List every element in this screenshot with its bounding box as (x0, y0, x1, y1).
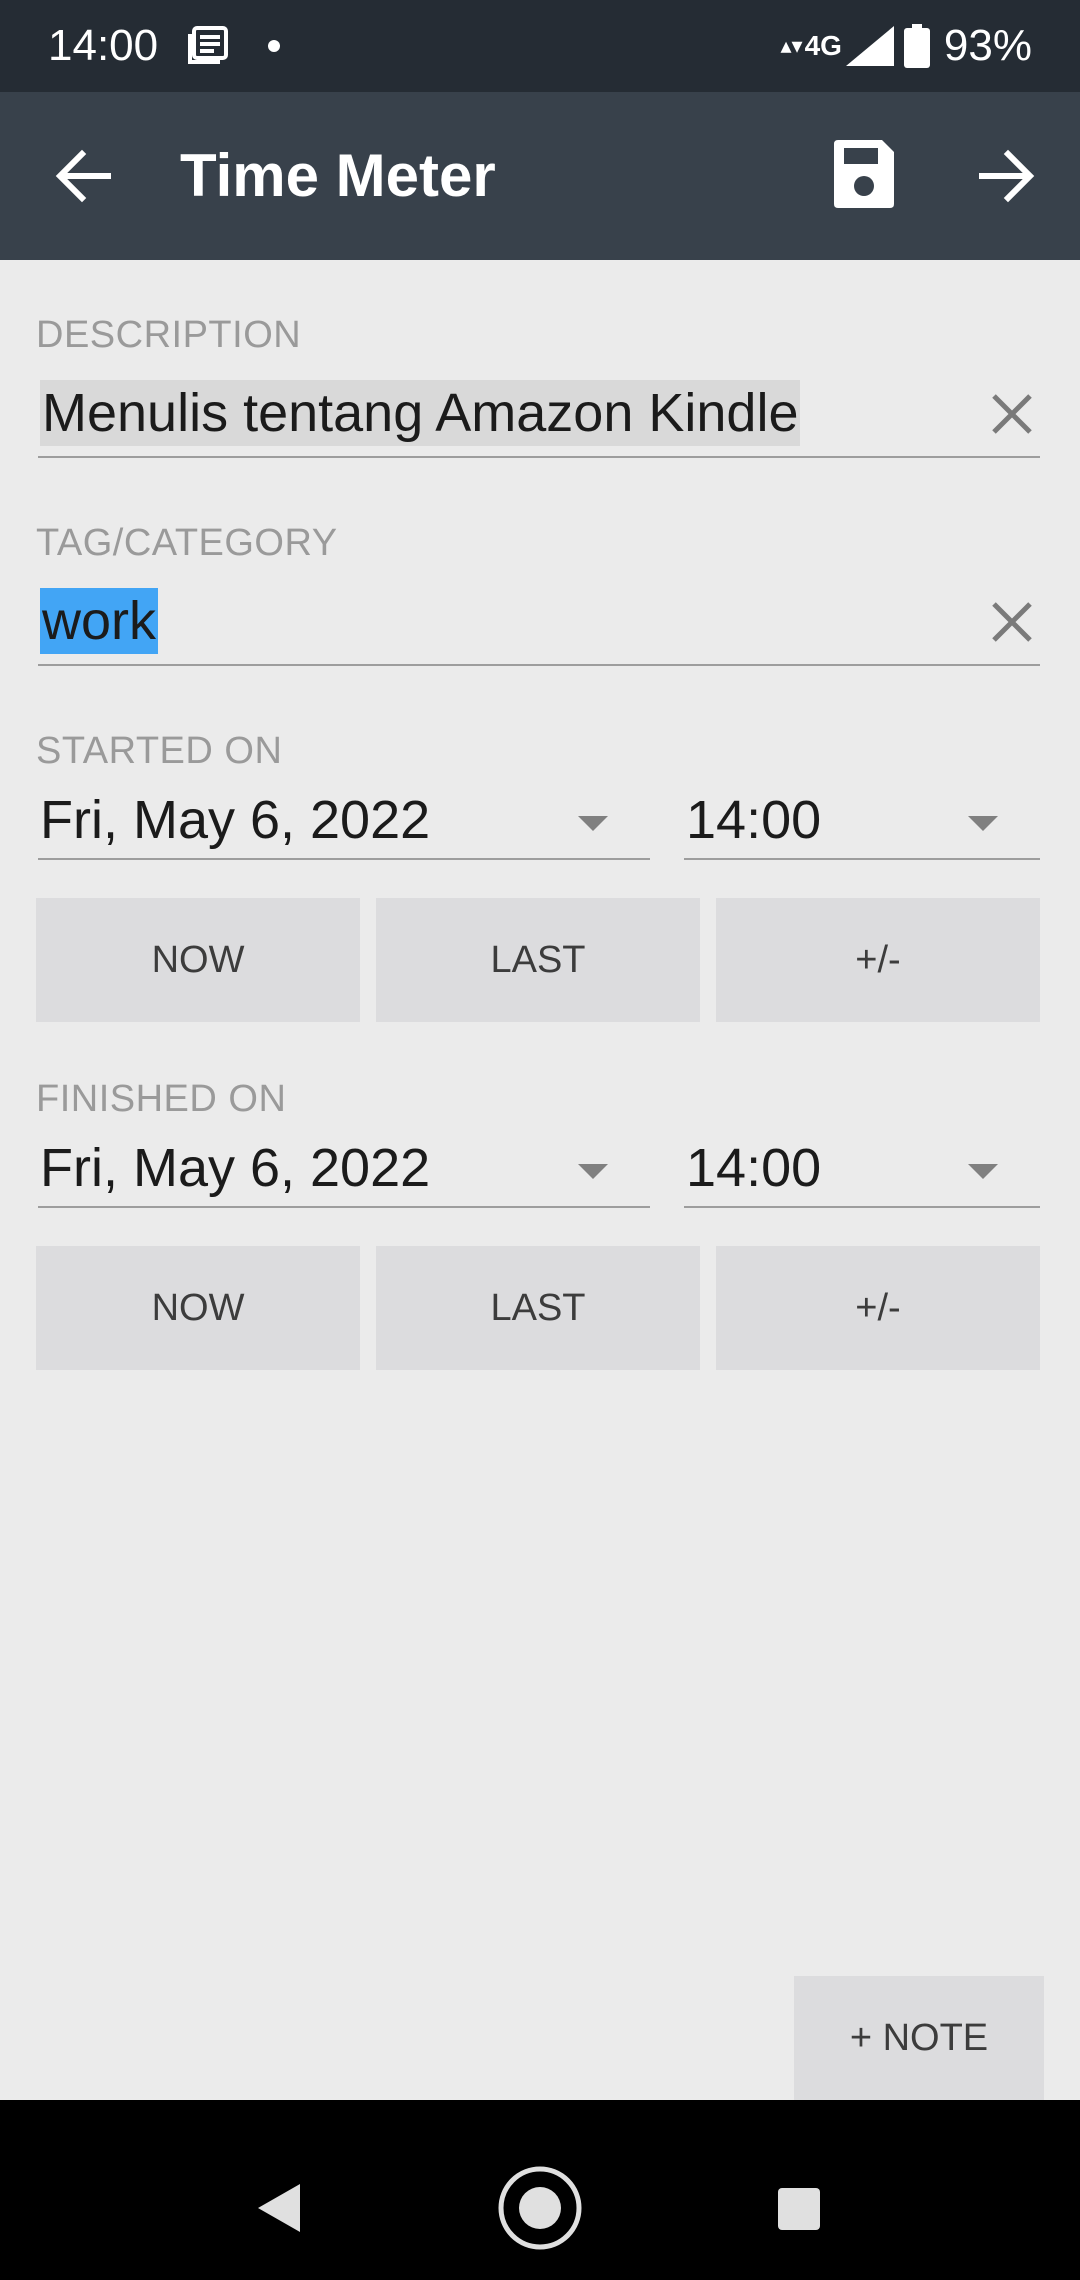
start-date-value: Fri, May 6, 2022 (40, 790, 431, 850)
chevron-down-icon (578, 816, 608, 831)
finish-time-value: 14:00 (686, 1138, 822, 1198)
page-title: Time Meter (180, 142, 496, 209)
status-time: 14:00 (48, 21, 159, 70)
news-icon (188, 26, 228, 64)
start-date-dropdown[interactable]: Fri, May 6, 2022 (38, 778, 650, 860)
finish-last-button[interactable]: LAST (376, 1246, 700, 1370)
finish-date-value: Fri, May 6, 2022 (40, 1138, 431, 1198)
tag-field[interactable]: work (38, 584, 1040, 666)
status-bar: 14:00 ▴▾ 4G 93% (0, 0, 1080, 92)
finished-label: FINISHED ON (36, 1078, 287, 1120)
tag-label: TAG/CATEGORY (36, 522, 338, 564)
status-right: ▴▾ 4G 93% (780, 20, 1032, 72)
started-label: STARTED ON (36, 730, 283, 772)
tag-value: work (40, 588, 159, 654)
clear-description-icon[interactable] (984, 386, 1040, 442)
chevron-down-icon (968, 1164, 998, 1179)
start-time-dropdown[interactable]: 14:00 (684, 778, 1040, 860)
notification-dot (268, 40, 280, 52)
chevron-down-icon (968, 816, 998, 831)
nav-back-icon[interactable] (254, 2182, 304, 2234)
finish-date-dropdown[interactable]: Fri, May 6, 2022 (38, 1126, 650, 1208)
finish-now-button[interactable]: NOW (36, 1246, 360, 1370)
data-arrows-icon: ▴▾ (780, 33, 803, 58)
chevron-down-icon (578, 1164, 608, 1179)
forward-arrow-icon[interactable] (972, 142, 1040, 210)
add-note-button[interactable]: + NOTE (794, 1976, 1044, 2100)
back-arrow-icon[interactable] (50, 142, 118, 210)
network-type: 4G (804, 30, 842, 61)
app-bar: Time Meter (0, 92, 1080, 260)
start-now-button[interactable]: NOW (36, 898, 360, 1022)
signal-icon (845, 26, 894, 66)
description-label: DESCRIPTION (36, 314, 302, 356)
finish-adjust-button[interactable]: +/- (716, 1246, 1040, 1370)
description-value: Menulis tentang Amazon Kindle (40, 380, 801, 446)
start-time-value: 14:00 (686, 790, 822, 850)
battery-icon (903, 24, 930, 68)
battery-percent: 93% (943, 21, 1032, 70)
nav-recents-icon[interactable] (776, 2186, 822, 2232)
finish-time-dropdown[interactable]: 14:00 (684, 1126, 1040, 1208)
start-last-button[interactable]: LAST (376, 898, 700, 1022)
save-icon[interactable] (830, 136, 898, 212)
start-adjust-button[interactable]: +/- (716, 898, 1040, 1022)
clear-tag-icon[interactable] (984, 594, 1040, 650)
description-field[interactable]: Menulis tentang Amazon Kindle (38, 376, 1040, 458)
nav-home-icon[interactable] (496, 2164, 584, 2252)
